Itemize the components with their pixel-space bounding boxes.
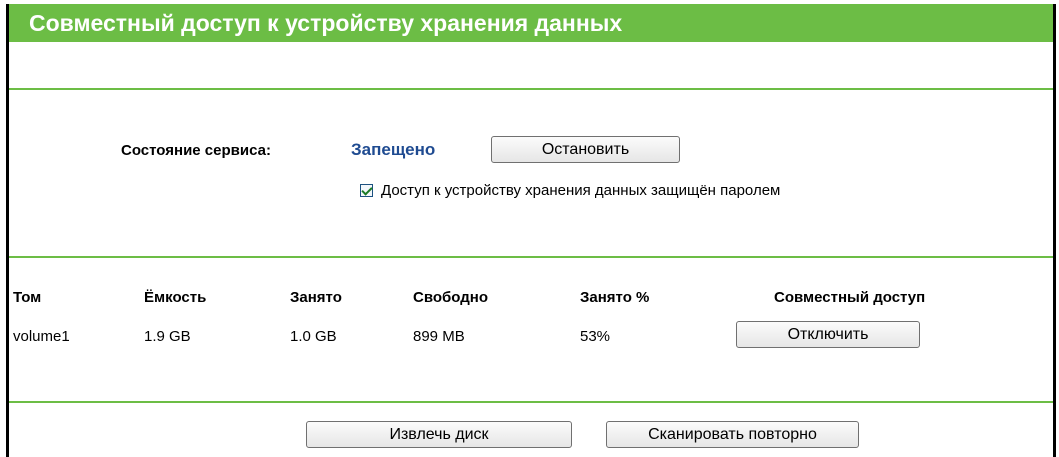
volume-used-percent: 53% xyxy=(580,328,611,345)
volume-free: 899 MB xyxy=(413,328,465,345)
service-status-label: Состояние сервиса: xyxy=(121,142,271,159)
divider-bottom xyxy=(9,401,1053,403)
page-title: Совместный доступ к устройству хранения … xyxy=(9,4,1053,42)
column-header-free: Свободно xyxy=(413,289,488,306)
column-header-used-percent: Занято % xyxy=(580,289,650,306)
column-header-sharing: Совместный доступ xyxy=(774,289,926,306)
disable-sharing-button[interactable]: Отключить xyxy=(736,321,920,348)
password-protected-checkbox[interactable] xyxy=(360,184,373,197)
rescan-button[interactable]: Сканировать повторно xyxy=(606,421,859,448)
column-header-used: Занято xyxy=(290,289,342,306)
password-protected-label: Доступ к устройству хранения данных защи… xyxy=(381,182,781,199)
volume-name: volume1 xyxy=(13,328,70,345)
divider-top xyxy=(9,88,1053,90)
column-header-capacity: Ёмкость xyxy=(144,289,207,306)
stop-service-button[interactable]: Остановить xyxy=(491,136,680,163)
volume-capacity: 1.9 GB xyxy=(144,328,191,345)
storage-sharing-panel: Совместный доступ к устройству хранения … xyxy=(6,4,1056,457)
eject-disk-button[interactable]: Извлечь диск xyxy=(306,421,572,448)
password-protected-option[interactable]: Доступ к устройству хранения данных защи… xyxy=(360,182,780,199)
volume-used: 1.0 GB xyxy=(290,328,337,345)
divider-middle xyxy=(9,256,1053,258)
column-header-volume: Том xyxy=(13,289,42,306)
service-status-value: Запещено xyxy=(351,140,436,159)
